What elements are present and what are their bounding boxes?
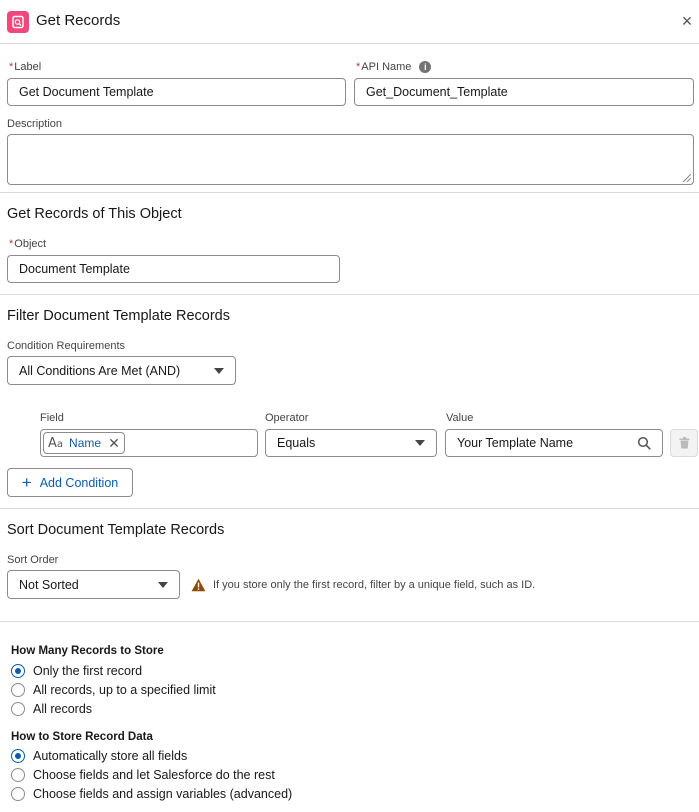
operator-value: Equals [277, 436, 316, 450]
condition-requirements-label: Condition Requirements [7, 340, 126, 352]
how-to-store-title: How to Store Record Data [11, 731, 153, 743]
radio-button[interactable] [11, 702, 25, 716]
radio-button[interactable] [11, 787, 25, 801]
label-field-label: *Label [9, 61, 42, 73]
delete-condition-button[interactable] [670, 429, 698, 457]
condition-requirements-value: All Conditions Are Met (AND) [19, 363, 181, 378]
radio-choose-fields-assign[interactable]: Choose fields and assign variables (adva… [11, 787, 292, 801]
radio-button-selected[interactable] [11, 664, 25, 678]
label-input[interactable]: Get Document Template [7, 78, 346, 106]
sort-order-value: Not Sorted [19, 577, 79, 592]
field-pill-label: Name [69, 436, 102, 450]
info-icon[interactable]: i [419, 61, 432, 73]
radio-all-records-limit[interactable]: All records, up to a specified limit [11, 683, 216, 697]
plus-icon: + [21, 473, 32, 492]
field-pill[interactable]: Aa Name ✕ [43, 432, 125, 454]
section-divider [0, 508, 699, 509]
radio-label: Automatically store all fields [33, 749, 188, 763]
warning-icon [191, 578, 206, 592]
sort-order-select[interactable]: Not Sorted [7, 570, 180, 599]
get-records-icon [7, 11, 29, 33]
value-column-label: Value [446, 412, 474, 424]
sort-section-title: Sort Document Template Records [7, 522, 225, 538]
object-section-title: Get Records of This Object [7, 206, 182, 222]
field-lookup-input[interactable]: Aa Name ✕ [40, 429, 258, 457]
description-textarea[interactable] [7, 134, 694, 185]
add-condition-label: Add Condition [39, 475, 119, 490]
condition-requirements-select[interactable]: All Conditions Are Met (AND) [7, 356, 236, 385]
radio-label: Choose fields and let Salesforce do the … [33, 768, 275, 782]
radio-label: Only the first record [33, 664, 143, 678]
search-icon[interactable] [637, 436, 651, 450]
caret-down-icon [158, 581, 168, 588]
value-input-text: Your Template Name [457, 436, 574, 450]
close-icon[interactable]: × [678, 12, 696, 30]
radio-choose-fields-salesforce[interactable]: Choose fields and let Salesforce do the … [11, 768, 275, 782]
sort-warning: If you store only the first record, filt… [191, 578, 535, 592]
radio-button[interactable] [11, 768, 25, 782]
how-many-records-title: How Many Records to Store [11, 645, 164, 657]
section-divider [0, 621, 699, 622]
description-label: Description [7, 118, 63, 130]
field-column-label: Field [40, 412, 64, 424]
radio-all-records[interactable]: All records [11, 702, 92, 716]
filter-section-title: Filter Document Template Records [7, 308, 230, 324]
radio-button-selected[interactable] [11, 749, 25, 763]
remove-pill-icon[interactable]: ✕ [108, 435, 120, 452]
dialog-title: Get Records [36, 12, 121, 29]
sort-order-label: Sort Order [7, 554, 59, 566]
caret-down-icon [415, 440, 425, 446]
text-field-icon: Aa [48, 435, 64, 451]
caret-down-icon [214, 367, 224, 374]
radio-label: All records, up to a specified limit [33, 683, 216, 697]
sort-warning-text: If you store only the first record, filt… [213, 579, 536, 591]
operator-column-label: Operator [265, 412, 309, 424]
api-name-field-label: * API Name i [356, 61, 432, 73]
object-field-label: *Object [9, 238, 47, 250]
section-divider [0, 294, 699, 295]
header-divider [0, 43, 699, 44]
operator-select[interactable]: Equals [265, 429, 437, 457]
radio-auto-store-fields[interactable]: Automatically store all fields [11, 749, 187, 763]
value-input[interactable]: Your Template Name [445, 429, 663, 457]
object-input[interactable]: Document Template [7, 255, 340, 283]
trash-icon [679, 437, 689, 449]
api-name-input[interactable]: Get_Document_Template [354, 78, 694, 106]
radio-only-first-record[interactable]: Only the first record [11, 664, 142, 678]
add-condition-button[interactable]: + Add Condition [7, 468, 133, 497]
radio-label: All records [33, 702, 93, 716]
resize-grip-icon[interactable] [683, 174, 691, 182]
radio-button[interactable] [11, 683, 25, 697]
section-divider [0, 192, 699, 193]
radio-label: Choose fields and assign variables (adva… [33, 787, 293, 801]
